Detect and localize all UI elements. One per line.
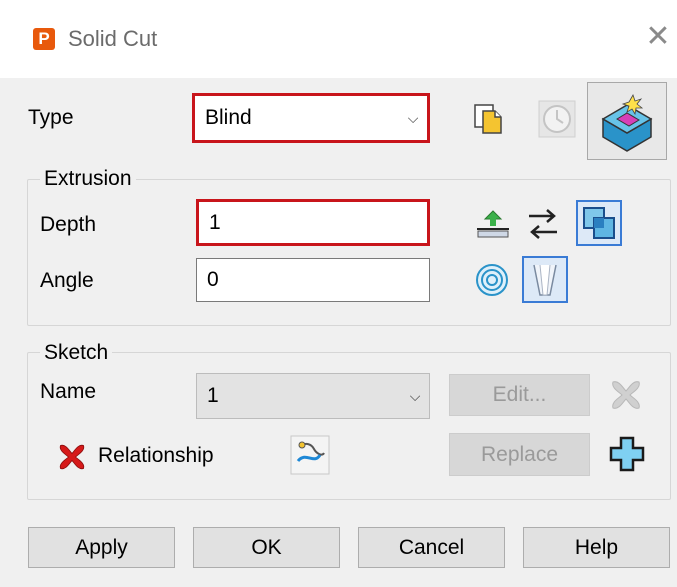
type-label: Type xyxy=(28,106,74,129)
draft-angle-icon[interactable] xyxy=(522,256,568,303)
swap-direction-icon[interactable] xyxy=(521,202,565,246)
app-logo-icon: P xyxy=(33,28,55,50)
type-select[interactable]: Blind ⌵ xyxy=(192,93,430,143)
sketch-link-icon[interactable] xyxy=(288,432,332,478)
depth-input[interactable]: 1 xyxy=(196,199,430,246)
relationship-error-icon xyxy=(52,440,92,474)
sketch-name-select[interactable]: 1 ⌵ xyxy=(196,373,430,419)
concentric-circles-icon[interactable] xyxy=(470,258,514,302)
sketch-group-title: Sketch xyxy=(40,341,113,365)
sketch-name-value: 1 xyxy=(207,384,219,407)
replace-sketch-button[interactable]: Replace xyxy=(449,433,590,476)
depth-input-value: 1 xyxy=(209,210,221,234)
edit-sketch-button[interactable]: Edit... xyxy=(449,374,590,416)
angle-label: Angle xyxy=(40,269,94,292)
chevron-down-icon: ⌵ xyxy=(409,387,421,404)
copy-icon[interactable] xyxy=(467,97,511,141)
relationship-label: Relationship xyxy=(98,444,214,467)
window-title: Solid Cut xyxy=(68,26,158,51)
help-button[interactable]: Help xyxy=(523,527,670,568)
add-sketch-icon[interactable] xyxy=(604,431,650,477)
angle-input-value: 0 xyxy=(207,268,219,291)
type-select-value: Blind xyxy=(205,106,252,129)
delete-sketch-icon xyxy=(603,373,649,417)
boolean-overlap-icon[interactable] xyxy=(576,200,622,246)
angle-input[interactable]: 0 xyxy=(196,258,430,302)
extrude-direction-icon[interactable] xyxy=(471,202,515,246)
apply-button[interactable]: Apply xyxy=(28,527,175,568)
chevron-down-icon: ⌵ xyxy=(407,109,419,126)
solid-cut-icon[interactable] xyxy=(587,82,667,160)
extrusion-group-title: Extrusion xyxy=(40,167,136,191)
history-clock-icon xyxy=(535,97,579,141)
sketch-name-label: Name xyxy=(40,380,97,403)
depth-label: Depth xyxy=(40,213,97,236)
close-icon[interactable]: ✕ xyxy=(643,20,673,54)
cancel-button[interactable]: Cancel xyxy=(358,527,505,568)
ok-button[interactable]: OK xyxy=(193,527,340,568)
